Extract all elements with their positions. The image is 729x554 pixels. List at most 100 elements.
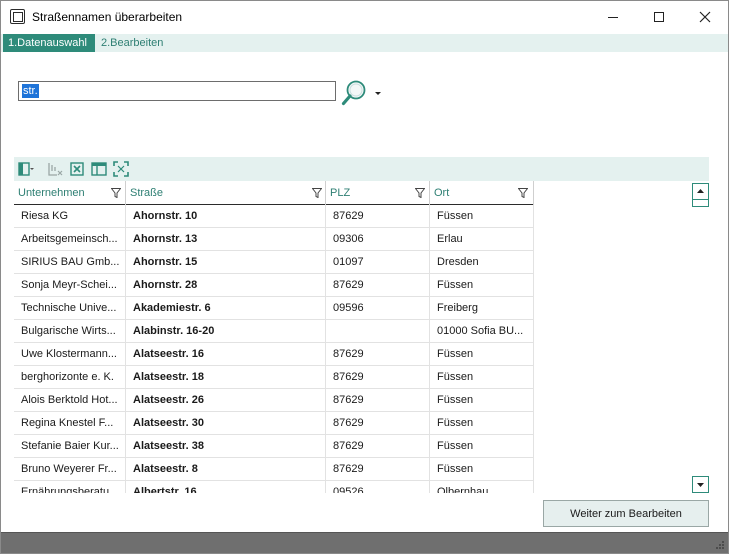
export-excel-icon: [70, 162, 84, 176]
cell-unternehmen: Bulgarische Wirts...: [14, 320, 126, 343]
cell-unternehmen: Riesa KG: [14, 205, 126, 228]
scroll-down-button[interactable]: [692, 476, 709, 493]
dialog-window: Straßennamen überarbeiten 1.Datenauswahl…: [0, 0, 729, 554]
cell-plz: 01097: [326, 251, 430, 274]
filter-icon[interactable]: [111, 188, 121, 198]
cell-plz: 09306: [326, 228, 430, 251]
column-header-label: PLZ: [330, 187, 351, 199]
table-row[interactable]: Regina Knestel F... Alatseestr. 30 87629 Fü…: [14, 412, 534, 435]
table-row[interactable]: Technische Unive... Akademiestr. 6 09596 Fr…: [14, 297, 534, 320]
chevron-up-icon: [697, 189, 704, 193]
table-row[interactable]: Bruno Weyerer Fr... Alatseestr. 8 87629 Füs…: [14, 458, 534, 481]
filter-icon[interactable]: [518, 188, 528, 198]
cell-unternehmen: Technische Unive...: [14, 297, 126, 320]
export-excel-button[interactable]: [69, 161, 85, 177]
cell-unternehmen: Bruno Weyerer Fr...: [14, 458, 126, 481]
wizard-tabs: 1.Datenauswahl 2.Bearbeiten: [1, 34, 728, 52]
cell-unternehmen: Uwe Klostermann...: [14, 343, 126, 366]
clear-filter-button[interactable]: [47, 161, 63, 177]
column-header-label: Unternehmen: [18, 187, 85, 199]
cell-plz: 09526: [326, 481, 430, 493]
cell-strasse: Alatseestr. 26: [126, 389, 326, 412]
column-header-plz[interactable]: PLZ: [326, 181, 430, 205]
cell-ort: Füssen: [430, 205, 534, 228]
scroll-up-button[interactable]: [692, 183, 709, 200]
column-header-label: Straße: [130, 187, 164, 199]
cell-unternehmen: berghorizonte e. K.: [14, 366, 126, 389]
weiter-button[interactable]: Weiter zum Bearbeiten: [543, 500, 709, 527]
cell-unternehmen: Arbeitsgemeinsch...: [14, 228, 126, 251]
column-chooser-button[interactable]: [18, 161, 34, 177]
layout-icon: [91, 162, 107, 176]
column-header-label: Ort: [434, 187, 450, 199]
maximize-button[interactable]: [636, 1, 682, 33]
scroll-thumb[interactable]: [692, 200, 709, 207]
search-input-value: str.: [22, 84, 39, 98]
window-title: Straßennamen überarbeiten: [32, 10, 183, 24]
cell-strasse: Alatseestr. 38: [126, 435, 326, 458]
column-header-ort[interactable]: Ort: [430, 181, 534, 205]
table-row[interactable]: Sonja Meyr-Schei... Ahornstr. 28 87629 Füss…: [14, 274, 534, 297]
cell-strasse: Ahornstr. 28: [126, 274, 326, 297]
status-bar: [1, 532, 728, 553]
resize-grip-icon[interactable]: [715, 540, 725, 550]
cell-unternehmen: SIRIUS BAU Gmb...: [14, 251, 126, 274]
filter-icon[interactable]: [312, 188, 322, 198]
column-header-unternehmen[interactable]: Unternehmen: [14, 181, 126, 205]
cell-unternehmen: Stefanie Baier Kur...: [14, 435, 126, 458]
table-row[interactable]: berghorizonte e. K. Alatseestr. 18 87629 Fü…: [14, 366, 534, 389]
cell-unternehmen: Ernährungsberatu...: [14, 481, 126, 493]
column-chooser-icon: [18, 162, 34, 176]
cell-ort: Olbernhau: [430, 481, 534, 493]
cell-ort: 01000 Sofia BU...: [430, 320, 534, 343]
search-options-dropdown[interactable]: [374, 89, 382, 97]
cell-ort: Füssen: [430, 458, 534, 481]
close-icon: [699, 11, 711, 23]
table-row[interactable]: Alois Berktold Hot... Alatseestr. 26 87629…: [14, 389, 534, 412]
cell-ort: Erlau: [430, 228, 534, 251]
cell-ort: Freiberg: [430, 297, 534, 320]
tab-datenauswahl[interactable]: 1.Datenauswahl: [3, 34, 95, 52]
search-input[interactable]: str.: [18, 81, 336, 101]
cell-plz: 87629: [326, 435, 430, 458]
layout-button[interactable]: [91, 161, 107, 177]
address-grid: Unternehmen Straße PLZ Ort Riesa KG Ahorn…: [14, 181, 534, 493]
column-header-strasse[interactable]: Straße: [126, 181, 326, 205]
clear-filter-icon: [48, 163, 63, 176]
cell-ort: Füssen: [430, 389, 534, 412]
tab-bearbeiten[interactable]: 2.Bearbeiten: [96, 34, 168, 52]
fit-columns-button[interactable]: [113, 161, 129, 177]
cell-strasse: Alatseestr. 8: [126, 458, 326, 481]
cell-strasse: Albertstr. 16: [126, 481, 326, 493]
table-row[interactable]: Ernährungsberatu... Albertstr. 16 09526 Olb…: [14, 481, 534, 493]
cell-ort: Füssen: [430, 412, 534, 435]
grid-header: Unternehmen Straße PLZ Ort: [14, 181, 534, 205]
cell-plz: 87629: [326, 274, 430, 297]
table-row[interactable]: Bulgarische Wirts... Alabinstr. 16-20 0100…: [14, 320, 534, 343]
search-button[interactable]: [341, 79, 369, 107]
minimize-button[interactable]: [590, 1, 636, 33]
filter-icon[interactable]: [415, 188, 425, 198]
table-row[interactable]: Riesa KG Ahornstr. 10 87629 Füssen: [14, 205, 534, 228]
cell-strasse: Alatseestr. 18: [126, 366, 326, 389]
close-button[interactable]: [682, 1, 728, 33]
chevron-down-icon: [697, 483, 704, 487]
cell-ort: Dresden: [430, 251, 534, 274]
table-row[interactable]: Uwe Klostermann... Alatseestr. 16 87629 Füs…: [14, 343, 534, 366]
table-row[interactable]: Arbeitsgemeinsch... Ahornstr. 13 09306 Erla…: [14, 228, 534, 251]
cell-ort: Füssen: [430, 435, 534, 458]
cell-ort: Füssen: [430, 274, 534, 297]
grid-toolbar: [14, 157, 709, 181]
fit-columns-icon: [113, 161, 129, 177]
minimize-icon: [608, 16, 618, 18]
cell-ort: Füssen: [430, 343, 534, 366]
search-icon: [341, 80, 366, 106]
table-row[interactable]: SIRIUS BAU Gmb... Ahornstr. 15 01097 Dresde…: [14, 251, 534, 274]
cell-plz: 09596: [326, 297, 430, 320]
cell-unternehmen: Regina Knestel F...: [14, 412, 126, 435]
cell-plz: 87629: [326, 412, 430, 435]
cell-ort: Füssen: [430, 366, 534, 389]
table-row[interactable]: Stefanie Baier Kur... Alatseestr. 38 87629…: [14, 435, 534, 458]
cell-strasse: Alatseestr. 30: [126, 412, 326, 435]
cell-strasse: Ahornstr. 13: [126, 228, 326, 251]
